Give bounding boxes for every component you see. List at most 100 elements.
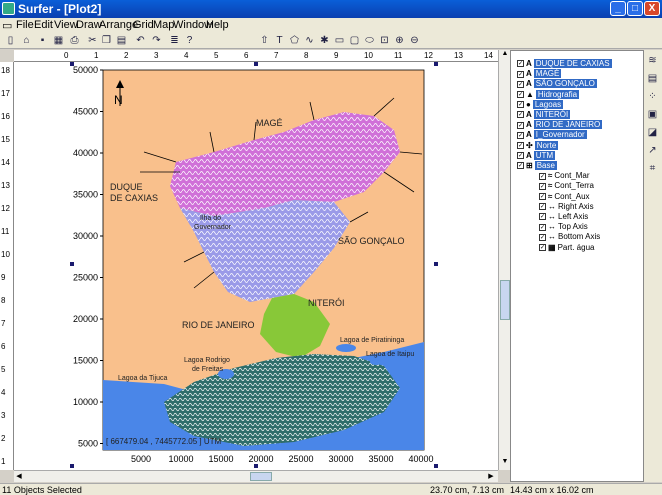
tree-item[interactable]: ✓ ≈ Cont_Terra [539, 181, 594, 191]
menu-grid[interactable]: Grid [133, 19, 154, 31]
tree-item[interactable]: ✓ A MAGÉ [517, 69, 562, 79]
contour-map-icon[interactable]: ≋ [646, 54, 659, 67]
rectangle-tool-icon[interactable]: ▭ [333, 34, 346, 47]
selection-handle[interactable] [254, 62, 258, 66]
maximize-button[interactable]: □ [627, 1, 643, 16]
text-tool-icon[interactable]: T [273, 34, 286, 47]
visibility-checkbox[interactable]: ✓ [539, 223, 546, 231]
tree-item[interactable]: ✓ A NITERÓI [517, 110, 571, 120]
visibility-checkbox[interactable]: ✓ [539, 203, 546, 211]
visibility-checkbox[interactable]: ✓ [517, 80, 524, 88]
tree-item[interactable]: ✓ ▦ Part. água [539, 243, 594, 253]
minimize-button[interactable]: _ [610, 1, 626, 16]
vertical-scrollbar[interactable]: ▲ ▼ [498, 50, 510, 470]
help-pointer-icon[interactable]: ? [183, 34, 196, 47]
polyline-tool-icon[interactable]: ∿ [303, 34, 316, 47]
scroll-left-icon[interactable]: ◀ [14, 472, 24, 482]
menu-file[interactable]: File [16, 19, 34, 31]
visibility-checkbox[interactable]: ✓ [539, 213, 546, 221]
selection-handle[interactable] [70, 62, 74, 66]
tree-item[interactable]: ✓ ✣ Norte [517, 140, 559, 151]
tree-item[interactable]: ✓ ▲ Hidrografia [517, 89, 580, 100]
object-manager-tree[interactable]: ✓ A DUQUE DE CAXIAS ✓ A MAGÉ ✓ A SÃO GONÇALO ✓ ▲ Hi… [510, 50, 644, 482]
visibility-checkbox[interactable]: ✓ [539, 243, 546, 251]
polygon-tool-icon[interactable]: ⬠ [288, 34, 301, 47]
tree-item[interactable]: ✓ ≈ Cont_Aux [539, 192, 590, 202]
open-folder-icon[interactable]: ⌂ [20, 34, 33, 47]
visibility-checkbox[interactable]: ✓ [517, 162, 524, 170]
visibility-checkbox[interactable]: ✓ [539, 233, 546, 241]
object-manager-icon[interactable]: ≣ [168, 34, 181, 47]
base-map-icon[interactable]: ▤ [646, 72, 659, 85]
new-file-icon[interactable]: ▯ [4, 34, 17, 47]
selection-handle[interactable] [434, 62, 438, 66]
visibility-checkbox[interactable]: ✓ [517, 141, 524, 149]
shaded-relief-icon[interactable]: ◪ [646, 126, 659, 139]
selection-handle[interactable] [434, 464, 438, 468]
visibility-checkbox[interactable]: ✓ [539, 172, 546, 180]
symbol-tool-icon[interactable]: ✱ [318, 34, 331, 47]
menu-draw[interactable]: Draw [76, 19, 102, 31]
tree-item[interactable]: ✓ ↔ Top Axis [539, 222, 588, 232]
zoom-out-icon[interactable]: ⊖ [408, 34, 421, 47]
visibility-checkbox[interactable]: ✓ [539, 192, 546, 200]
scroll-down-icon[interactable]: ▼ [500, 458, 510, 468]
visibility-checkbox[interactable]: ✓ [517, 70, 524, 78]
select-arrow-icon[interactable]: ⇧ [258, 34, 271, 47]
selection-handle[interactable] [254, 464, 258, 468]
horizontal-scroll-thumb[interactable] [250, 472, 272, 481]
selection-handle[interactable] [70, 464, 74, 468]
scroll-right-icon[interactable]: ▶ [486, 472, 496, 482]
copy-icon[interactable]: ❐ [100, 34, 113, 47]
post-map-icon[interactable]: ⁘ [646, 90, 659, 103]
scroll-up-icon[interactable]: ▲ [500, 50, 510, 60]
undo-icon[interactable]: ↶ [134, 34, 147, 47]
tree-item[interactable]: ✓ ≈ Cont_Mar [539, 171, 590, 181]
ruler-mark: 2 [1, 434, 6, 443]
tree-item[interactable]: ✓ ↔ Bottom Axis [539, 232, 600, 242]
menu-map[interactable]: Map [153, 19, 174, 31]
cut-icon[interactable]: ✂ [86, 34, 99, 47]
tree-item[interactable]: ✓ A DUQUE DE CAXIAS [517, 59, 612, 69]
map-plot[interactable]: 50000 45000 40000 35000 30000 25000 20000 15000… [14, 62, 498, 470]
tree-item[interactable]: ✓ ⊞ Base [517, 161, 557, 171]
tree-item[interactable]: ✓ ↔ Left Axis [539, 212, 588, 222]
horizontal-scrollbar[interactable]: ◀ ▶ [14, 470, 498, 482]
tree-item[interactable]: ✓ A RIO DE JANEIRO [517, 120, 603, 130]
worksheet-icon[interactable]: ▦ [52, 34, 65, 47]
tree-item[interactable]: ✓ ● Lagoas [517, 99, 564, 110]
menu-view[interactable]: View [54, 19, 78, 31]
image-map-icon[interactable]: ▣ [646, 108, 659, 121]
zoom-in-icon[interactable]: ⊕ [393, 34, 406, 47]
visibility-checkbox[interactable]: ✓ [517, 60, 524, 68]
paste-icon[interactable]: ▤ [115, 34, 128, 47]
visibility-checkbox[interactable]: ✓ [517, 121, 524, 129]
save-icon[interactable]: ▪ [36, 34, 49, 47]
tree-item[interactable]: ✓ A I_Governador [517, 130, 587, 140]
vector-map-icon[interactable]: ↗ [646, 144, 659, 157]
ellipse-tool-icon[interactable]: ⬭ [363, 34, 376, 47]
redo-icon[interactable]: ↷ [150, 34, 163, 47]
plot-canvas[interactable]: 50000 45000 40000 35000 30000 25000 20000 15000… [14, 62, 498, 470]
document-icon[interactable]: ▭ [2, 19, 14, 32]
tree-item[interactable]: ✓ A UTM [517, 150, 556, 161]
selection-handle[interactable] [434, 262, 438, 266]
rounded-rect-tool-icon[interactable]: ▢ [348, 34, 361, 47]
visibility-checkbox[interactable]: ✓ [517, 111, 524, 119]
print-icon[interactable]: ⎙ [68, 34, 81, 47]
vertical-scroll-thumb[interactable] [500, 280, 510, 320]
visibility-checkbox[interactable]: ✓ [517, 152, 524, 160]
selection-handle[interactable] [70, 262, 74, 266]
visibility-checkbox[interactable]: ✓ [517, 90, 524, 98]
zoom-rectangle-icon[interactable]: ⊡ [378, 34, 391, 47]
tree-item[interactable]: ✓ A SÃO GONÇALO [517, 79, 597, 89]
menu-edit[interactable]: Edit [34, 19, 53, 31]
menu-help[interactable]: Help [206, 19, 229, 31]
visibility-checkbox[interactable]: ✓ [517, 131, 524, 139]
wireframe-icon[interactable]: ⌗ [646, 162, 659, 175]
y-tick-label: 45000 [73, 107, 98, 117]
visibility-checkbox[interactable]: ✓ [539, 182, 546, 190]
tree-item[interactable]: ✓ ↔ Right Axis [539, 202, 594, 212]
visibility-checkbox[interactable]: ✓ [517, 101, 524, 109]
close-button[interactable]: X [644, 1, 660, 16]
